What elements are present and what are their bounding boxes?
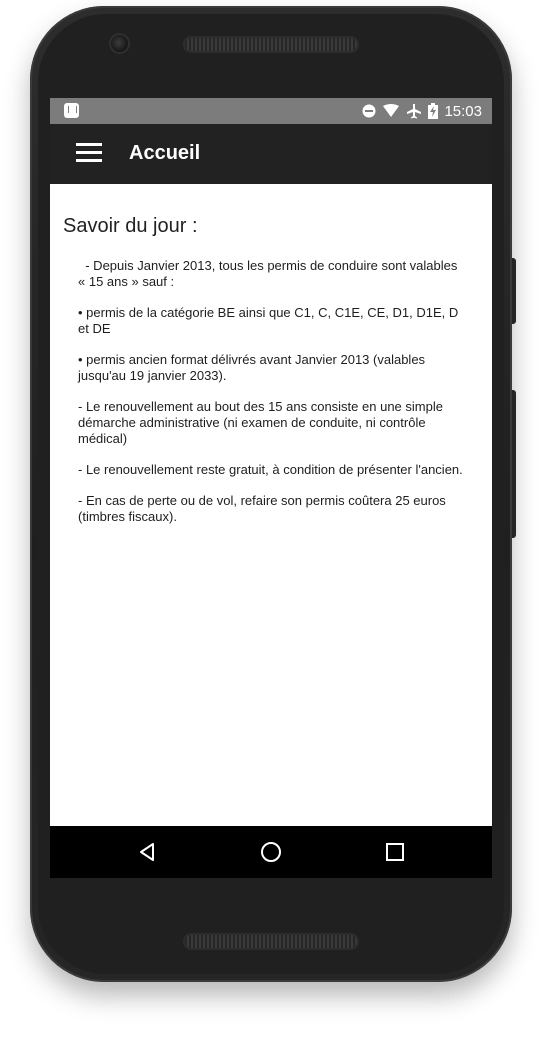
info-paragraph: - En cas de perte ou de vol, refaire son… bbox=[78, 493, 450, 524]
top-speaker-grille bbox=[183, 36, 359, 53]
info-text: - Depuis Janvier 2013, tous les permis d… bbox=[78, 258, 468, 540]
notification-icon bbox=[64, 103, 79, 118]
bottom-speaker-grille bbox=[183, 933, 359, 950]
navigation-bar bbox=[50, 826, 492, 878]
home-circle-icon[interactable] bbox=[259, 840, 283, 864]
airplane-mode-icon bbox=[407, 104, 422, 119]
info-paragraph: - Le renouvellement au bout des 15 ans c… bbox=[78, 399, 447, 446]
hamburger-menu-icon[interactable] bbox=[76, 143, 104, 165]
device-mockup: 15:03 Accueil Savoir du jour : - Depuis … bbox=[0, 0, 542, 1040]
info-paragraph: • permis de la catégorie BE ainsi que C1… bbox=[78, 305, 462, 336]
recents-square-icon[interactable] bbox=[383, 840, 407, 864]
back-triangle-icon[interactable] bbox=[136, 840, 160, 864]
screen: 15:03 Accueil Savoir du jour : - Depuis … bbox=[50, 98, 492, 878]
info-paragraph: - Depuis Janvier 2013, tous les permis d… bbox=[78, 258, 462, 289]
status-bar: 15:03 bbox=[50, 98, 492, 124]
battery-charging-icon bbox=[428, 103, 439, 119]
section-title: Savoir du jour : bbox=[63, 215, 198, 237]
status-time: 15:03 bbox=[444, 102, 482, 120]
page-title: Accueil bbox=[129, 142, 201, 164]
front-camera bbox=[111, 35, 128, 52]
info-paragraph: • permis ancien format délivrés avant Ja… bbox=[78, 352, 429, 383]
wifi-icon bbox=[383, 104, 400, 117]
app-bar: Accueil bbox=[50, 124, 492, 184]
status-icons: 15:03 bbox=[362, 101, 482, 121]
info-paragraph: - Le renouvellement reste gratuit, à con… bbox=[78, 462, 463, 477]
main-content: Savoir du jour : - Depuis Janvier 2013, … bbox=[50, 184, 492, 826]
do-not-disturb-icon bbox=[362, 104, 376, 118]
